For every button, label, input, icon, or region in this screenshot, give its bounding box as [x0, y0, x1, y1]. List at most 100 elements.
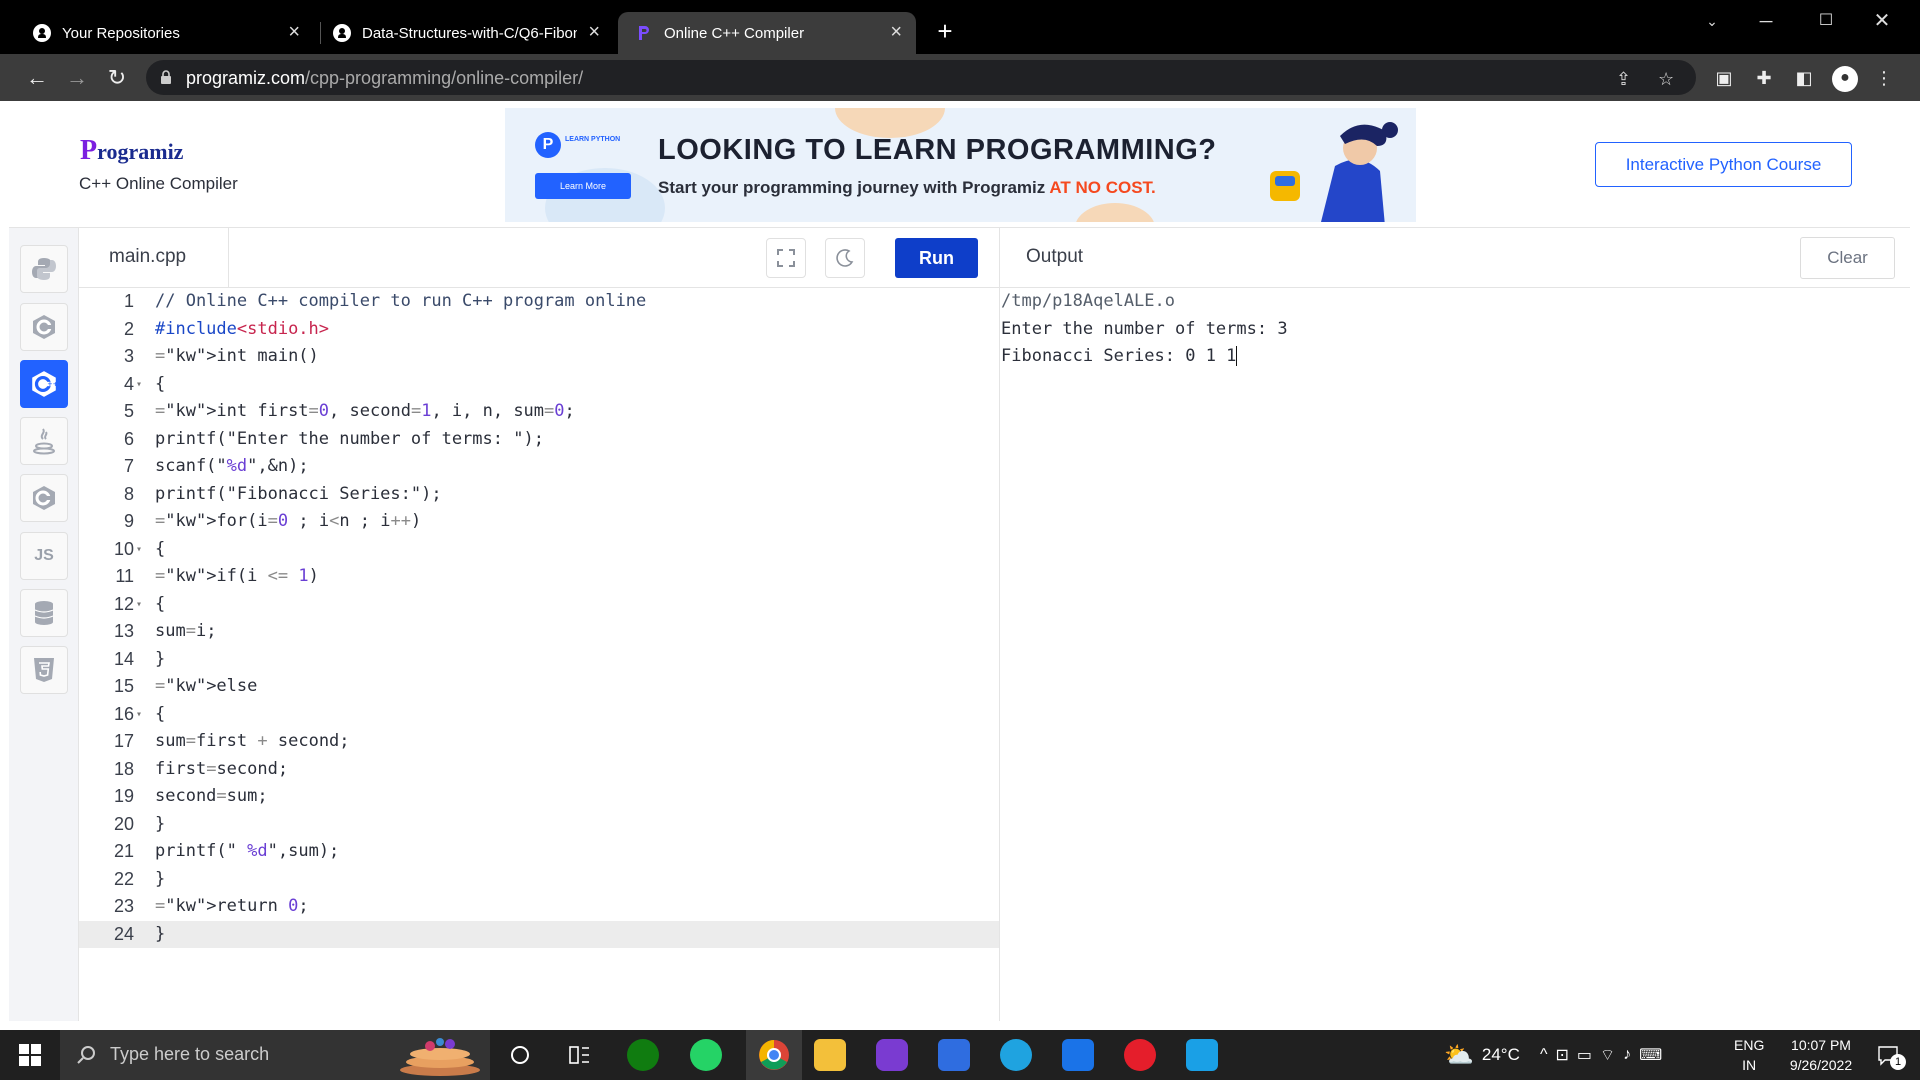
code-line[interactable]: 2 #include<stdio.h> [79, 316, 999, 344]
code-editor[interactable]: 1 // Online C++ compiler to run C++ progr… [79, 288, 999, 1021]
code-line[interactable]: 9 ="kw">for(i=0 ; i<n ; i++) [79, 508, 999, 536]
volume-icon[interactable]: ♪ [1623, 1046, 1639, 1064]
chevron-up-icon[interactable]: ^ [1540, 1046, 1556, 1064]
code-line[interactable]: 4 ▾ { [79, 371, 999, 399]
code-line[interactable]: 13 sum=i; [79, 618, 999, 646]
close-window-button[interactable]: ✕ [1862, 6, 1902, 36]
pancake-illustration-icon [400, 1038, 480, 1076]
ad-banner[interactable]: P LEARN PYTHON Learn More LOOKING TO LEA… [505, 108, 1416, 222]
weather-widget[interactable]: ⛅ 24°C [1444, 1030, 1520, 1080]
tab-search-icon[interactable]: ⌄ [1692, 6, 1732, 36]
fold-arrow-icon[interactable]: ▾ [136, 536, 142, 564]
share-icon[interactable]: ⇪ [1616, 69, 1631, 90]
tab-fibonacci-repo[interactable]: Data-Structures-with-C/Q6-Fibon × [316, 12, 614, 54]
system-tray-icons[interactable]: ^ ⊡ ▭ ⌔ ♪ ⌨ [1540, 1030, 1670, 1080]
code-line[interactable]: 6 printf("Enter the number of terms: "); [79, 426, 999, 454]
battery-icon[interactable]: ▭ [1577, 1045, 1600, 1065]
csharp-icon[interactable] [20, 474, 68, 522]
java-icon[interactable] [20, 417, 68, 465]
cpp-icon[interactable]: ++ [20, 360, 68, 408]
code-line[interactable]: 23 ="kw">return 0; [79, 893, 999, 921]
profile-avatar-icon[interactable]: ● [1832, 66, 1858, 92]
clock[interactable]: 10:07 PM 9/26/2022 [1776, 1030, 1866, 1080]
close-tab-icon[interactable]: × [588, 22, 600, 42]
clear-button[interactable]: Clear [1800, 237, 1895, 279]
new-tab-button[interactable]: + [930, 16, 960, 46]
line-number: 8 [123, 483, 134, 504]
language-indicator[interactable]: ENG IN [1734, 1030, 1764, 1080]
interactive-python-course-button[interactable]: Interactive Python Course [1595, 142, 1852, 187]
code-text: first=second; [155, 758, 289, 779]
code-line[interactable]: 20} [79, 811, 999, 839]
html-icon[interactable] [20, 646, 68, 694]
whatsapp-app-icon[interactable] [690, 1039, 722, 1071]
fold-arrow-icon[interactable]: ▾ [136, 701, 142, 729]
mail-app-icon[interactable] [1062, 1039, 1094, 1071]
cortana-icon[interactable] [500, 1030, 540, 1080]
code-line[interactable]: 18 first=second; [79, 756, 999, 784]
code-line[interactable]: 19 second=sum; [79, 783, 999, 811]
code-line[interactable]: 8 printf("Fibonacci Series:"); [79, 481, 999, 509]
dark-mode-moon-icon[interactable] [825, 238, 865, 278]
forward-icon[interactable]: → [62, 63, 92, 93]
code-line[interactable]: 16 ▾ { [79, 701, 999, 729]
messenger-app-icon[interactable] [876, 1039, 908, 1071]
sql-database-icon[interactable] [20, 589, 68, 637]
windows-start-icon[interactable] [10, 1030, 50, 1080]
address-bar[interactable]: programiz.com/cpp-programming/online-com… [146, 60, 1696, 95]
chrome-app-icon[interactable] [746, 1030, 802, 1080]
tab-online-compiler[interactable]: Online C++ Compiler × [618, 12, 916, 54]
extension-icon[interactable]: ▣ [1712, 66, 1736, 90]
panel-divider[interactable] [999, 228, 1000, 1021]
code-line[interactable]: 12 ▾ { [79, 591, 999, 619]
fullscreen-icon[interactable] [766, 238, 806, 278]
fold-arrow-icon[interactable]: ▾ [136, 591, 142, 619]
code-line[interactable]: 11 ="kw">if(i <= 1) [79, 563, 999, 591]
close-tab-icon[interactable]: × [890, 22, 902, 42]
wifi-icon[interactable]: ⌔ [1600, 1045, 1623, 1065]
python-icon[interactable] [20, 245, 68, 293]
tab-repositories[interactable]: Your Repositories × [16, 12, 314, 54]
bookmark-star-icon[interactable]: ☆ [1658, 69, 1674, 90]
fold-arrow-icon[interactable]: ▾ [136, 371, 142, 399]
code-line[interactable]: 7 scanf("%d",&n); [79, 453, 999, 481]
c-icon[interactable] [20, 303, 68, 351]
js-icon[interactable]: JS [20, 532, 68, 580]
opera-app-icon[interactable] [1124, 1039, 1156, 1071]
edge-app-icon[interactable] [1000, 1039, 1032, 1071]
code-line[interactable]: 21 printf(" %d",sum); [79, 838, 999, 866]
code-line[interactable]: 15 ="kw">else [79, 673, 999, 701]
remote-desktop-app-icon[interactable] [938, 1039, 970, 1071]
file-tab-main-cpp[interactable]: main.cpp [79, 228, 229, 288]
code-line[interactable]: 1 // Online C++ compiler to run C++ progr… [79, 288, 999, 316]
xbox-app-icon[interactable] [627, 1039, 659, 1071]
code-line[interactable]: 14} [79, 646, 999, 674]
task-view-icon[interactable] [560, 1030, 600, 1080]
puzzle-icon[interactable]: ✚ [1752, 66, 1776, 90]
code-line[interactable]: 22} [79, 866, 999, 894]
back-icon[interactable]: ← [22, 63, 52, 93]
output-console[interactable]: /tmp/p18AqelALE.o Enter the number of te… [1001, 288, 1901, 371]
keyboard-icon[interactable]: ⌨ [1639, 1045, 1670, 1065]
photos-app-icon[interactable] [1186, 1039, 1218, 1071]
learn-more-button[interactable]: Learn More [535, 173, 631, 199]
notification-center-icon[interactable]: 1 [1870, 1030, 1906, 1080]
menu-kebab-icon[interactable]: ⋮ [1872, 66, 1896, 90]
weather-temp: 24°C [1481, 1045, 1520, 1064]
reload-icon[interactable]: ↻ [102, 63, 132, 93]
programiz-badge-icon: P [535, 132, 561, 158]
security-icon[interactable]: ⊡ [1556, 1045, 1577, 1065]
code-line[interactable]: 5 ="kw">int first=0, second=1, i, n, sum=… [79, 398, 999, 426]
code-line[interactable]: 24} [79, 920, 999, 948]
file-explorer-app-icon[interactable] [814, 1039, 846, 1071]
taskbar-search-box[interactable]: Type here to search [60, 1030, 490, 1080]
run-button[interactable]: Run [895, 238, 978, 278]
minimize-button[interactable]: ─ [1746, 6, 1786, 36]
side-panel-icon[interactable]: ◧ [1792, 66, 1816, 90]
code-line[interactable]: 10 ▾ { [79, 536, 999, 564]
close-tab-icon[interactable]: × [288, 22, 300, 42]
programiz-logo[interactable]: Programiz [80, 135, 183, 167]
code-line[interactable]: 17 sum=first + second; [79, 728, 999, 756]
code-line[interactable]: 3 ="kw">int main() [79, 343, 999, 371]
maximize-button[interactable]: ☐ [1806, 6, 1846, 36]
